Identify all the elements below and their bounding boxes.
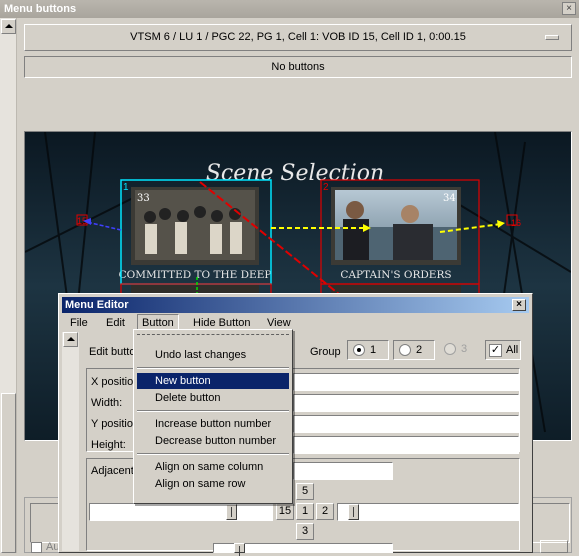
nav-left-button[interactable]: 15 (276, 503, 294, 520)
button-menu-dropdown: Undo last changes New button Delete butt… (133, 329, 293, 504)
nav-down-button[interactable]: 3 (296, 523, 314, 540)
arrow-up-icon (67, 337, 75, 341)
menu-item-align-same-row[interactable]: Align on same row (137, 476, 289, 492)
left-slider-thumb[interactable] (226, 504, 237, 520)
preview-heading: Scene Selection (206, 161, 384, 186)
button-list-status: No buttons (24, 56, 572, 78)
group-option-1[interactable]: 1 (347, 340, 389, 360)
dropdown-handle-icon (545, 35, 559, 40)
nav-up-button[interactable]: 5 (296, 483, 314, 500)
menu-item-undo-last-changes[interactable]: Undo last changes (137, 347, 289, 363)
scroll-up-button[interactable] (1, 19, 16, 34)
group-1-radio[interactable] (353, 344, 365, 356)
y-position-label: Y position (91, 418, 140, 430)
all-label: All (506, 344, 519, 356)
menu-item-align-same-column[interactable]: Align on same column (137, 459, 289, 475)
svg-text:34: 34 (443, 193, 456, 204)
group-1-label: 1 (370, 344, 377, 356)
x-position-field[interactable] (293, 373, 519, 391)
group-label: Group (310, 346, 341, 358)
group-2-radio[interactable] (399, 344, 411, 356)
lower-right-button[interactable] (540, 540, 568, 553)
svg-text:1: 1 (123, 182, 129, 193)
right-slider-thumb[interactable] (348, 504, 359, 520)
editor-title-bar[interactable]: Menu Editor × (62, 297, 529, 313)
svg-text:33: 33 (137, 193, 150, 204)
group-option-3: 3 (439, 340, 481, 360)
all-option[interactable]: ✓ All (485, 340, 521, 360)
editor-scrollbar[interactable] (62, 332, 79, 551)
menu-editor-window: Menu Editor × File Edit Button Hide Butt… (58, 293, 533, 556)
close-icon[interactable]: × (562, 2, 576, 15)
bottom-slider[interactable] (213, 543, 393, 556)
scroll-up-button[interactable] (63, 332, 78, 347)
right-slider[interactable] (337, 503, 519, 521)
group-3-label: 3 (461, 343, 468, 355)
menu-item-increase-button-number[interactable]: Increase button number (137, 416, 289, 432)
svg-text:16: 16 (511, 218, 521, 228)
menu-item-delete-button[interactable]: Delete button (137, 390, 289, 406)
svg-text:2: 2 (323, 182, 329, 193)
arrow-up-icon (5, 24, 13, 28)
all-checkbox[interactable]: ✓ (489, 344, 502, 357)
editor-title: Menu Editor (65, 299, 129, 311)
height-field[interactable] (293, 436, 519, 454)
group-3-radio (444, 343, 456, 355)
left-slider[interactable] (89, 503, 273, 521)
menu-edit[interactable]: Edit (102, 314, 129, 332)
menu-file[interactable]: File (66, 314, 92, 332)
menu-separator (137, 367, 289, 369)
window-title-bar[interactable]: Menu buttons (0, 0, 579, 18)
edit-button-label: Edit butto (89, 346, 136, 358)
bottom-slider-thumb[interactable] (234, 543, 245, 556)
tear-off-line[interactable] (137, 334, 289, 335)
group-option-2[interactable]: 2 (393, 340, 435, 360)
svg-text:COMMITTED TO THE DEEP: COMMITTED TO THE DEEP (119, 269, 272, 281)
menu-item-new-button[interactable]: New button (137, 373, 289, 389)
y-position-field[interactable] (293, 415, 519, 433)
vob-info-button[interactable]: VTSM 6 / LU 1 / PGC 22, PG 1, Cell 1: VO… (24, 24, 572, 51)
auto-checkbox[interactable] (31, 542, 42, 553)
window-title: Menu buttons (4, 3, 77, 15)
svg-text:CAPTAIN'S ORDERS: CAPTAIN'S ORDERS (340, 269, 451, 281)
menu-separator (137, 453, 289, 455)
vertical-scrollbar[interactable] (0, 18, 17, 553)
height-label: Height: (91, 439, 126, 451)
menu-item-decrease-button-number[interactable]: Decrease button number (137, 433, 289, 449)
vob-info-text: VTSM 6 / LU 1 / PGC 22, PG 1, Cell 1: VO… (130, 31, 466, 43)
nav-center-button[interactable]: 1 (296, 503, 314, 520)
menu-separator (137, 410, 289, 412)
adjacent-field[interactable] (293, 462, 393, 480)
group-2-label: 2 (416, 344, 423, 356)
width-label: Width: (91, 397, 123, 409)
adjacent-label: Adjacent (91, 465, 134, 477)
scroll-thumb[interactable] (1, 393, 16, 553)
nav-right-button[interactable]: 2 (316, 503, 334, 520)
close-icon[interactable]: × (512, 299, 526, 311)
width-field[interactable] (293, 394, 519, 412)
